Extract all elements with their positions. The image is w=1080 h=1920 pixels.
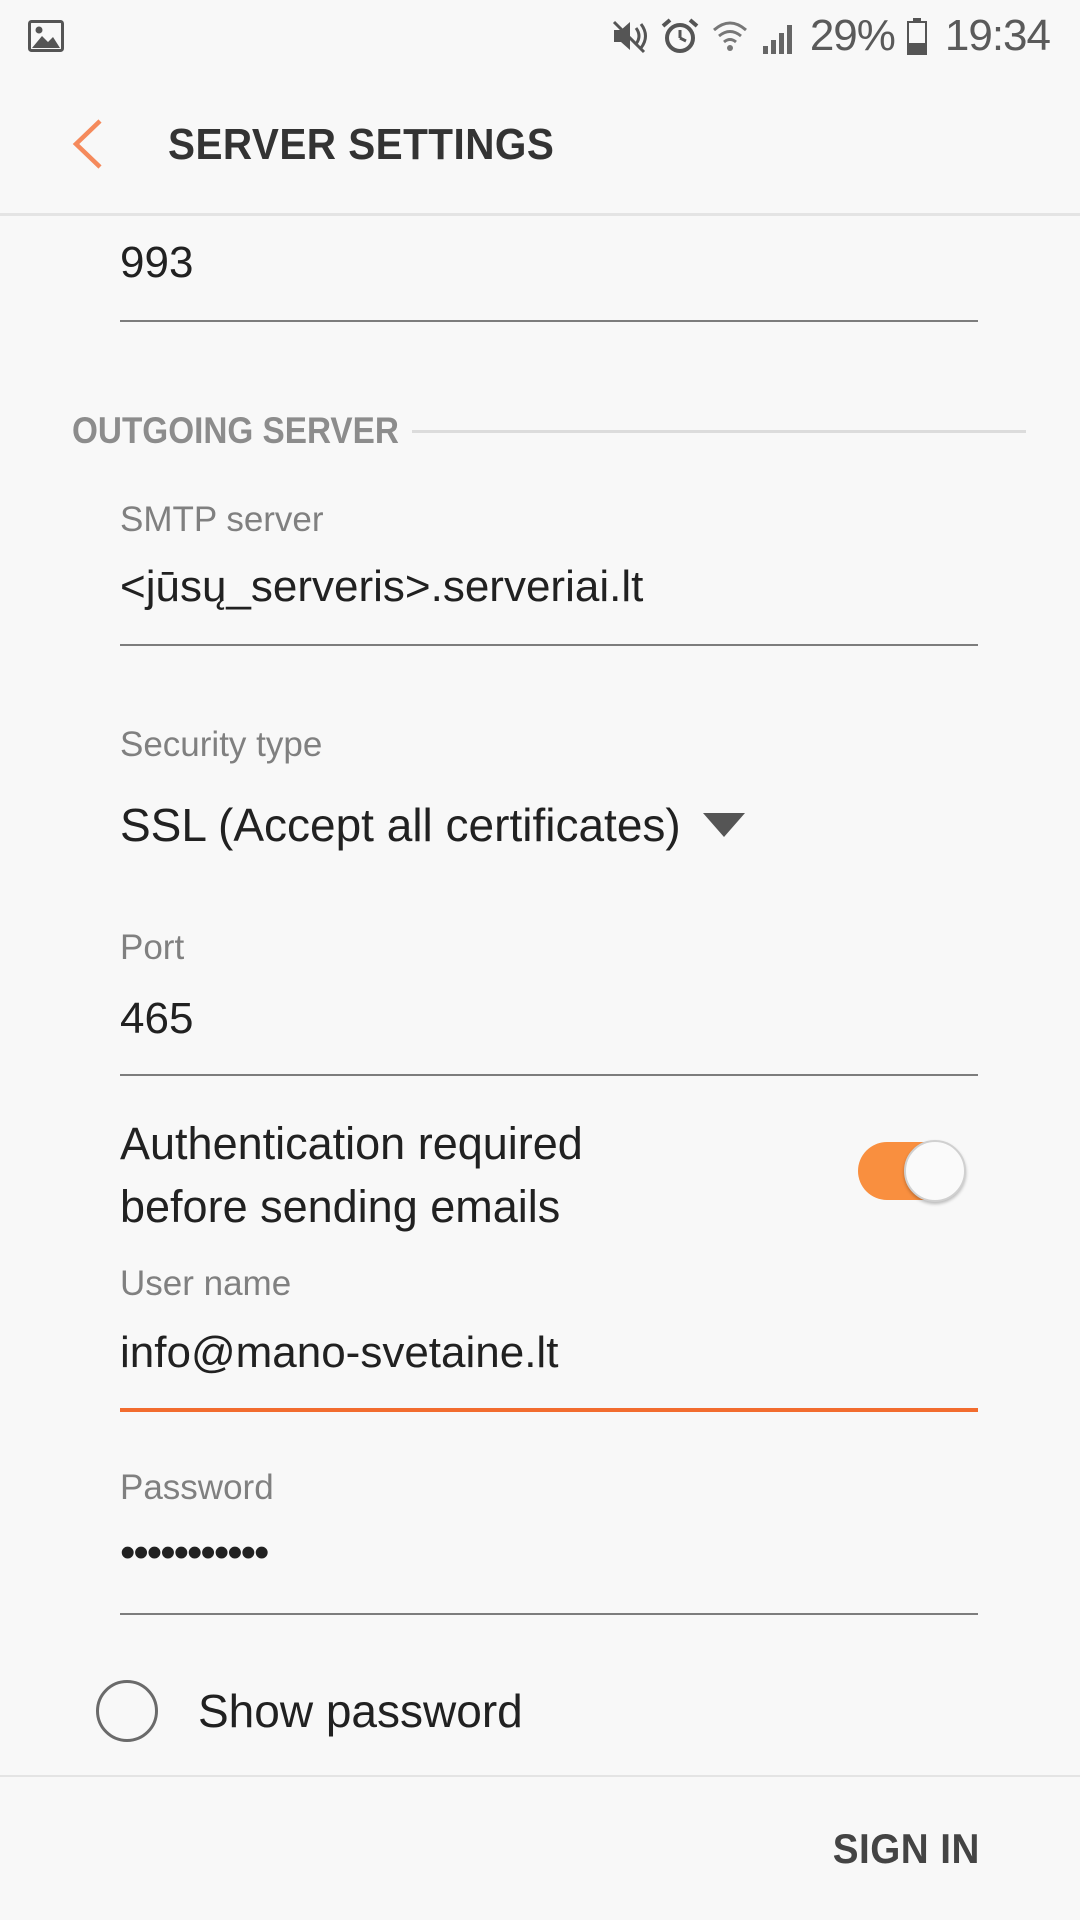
bottom-action-bar: SIGN IN (0, 1775, 1080, 1920)
section-divider (412, 430, 1026, 433)
status-icons: 29% 19:34 (610, 10, 1051, 62)
auth-label-line1: Authentication required (120, 1118, 583, 1169)
username-underline-active (120, 1408, 978, 1412)
username-label: User name (120, 1264, 292, 1303)
sign-in-button[interactable]: SIGN IN (833, 1825, 980, 1873)
show-password-option[interactable]: Show password (96, 1678, 523, 1744)
back-button[interactable] (50, 106, 126, 182)
show-password-radio[interactable] (96, 1680, 158, 1742)
security-type-label: Security type (120, 725, 323, 764)
status-bar: 29% 19:34 (0, 0, 1080, 72)
port-underline (120, 1074, 978, 1076)
battery-percentage: 29% (809, 11, 896, 60)
incoming-port-underline (120, 320, 978, 322)
security-type-value: SSL (Accept all certificates) (120, 799, 681, 851)
gallery-icon (28, 20, 64, 52)
dropdown-arrow-icon (702, 813, 745, 837)
smtp-server-input[interactable]: <jūsų_serveris>.serveriai.lt (120, 562, 643, 612)
wifi-icon (712, 21, 747, 51)
auth-required-label: Authentication required before sending e… (120, 1112, 583, 1238)
password-label: Password (120, 1468, 274, 1507)
port-label: Port (120, 928, 185, 967)
app-header: SERVER SETTINGS (0, 72, 1080, 216)
mute-icon (612, 20, 647, 54)
smtp-server-label: SMTP server (120, 500, 324, 539)
clock: 19:34 (944, 11, 1051, 60)
auth-required-toggle[interactable] (858, 1140, 972, 1202)
security-type-dropdown[interactable]: SSL (Accept all certificates) (120, 795, 745, 855)
username-input[interactable]: info@mano-svetaine.lt (120, 1328, 558, 1378)
section-header-outgoing: OUTGOING SERVER (72, 410, 399, 451)
auth-label-line2: before sending emails (120, 1181, 561, 1232)
password-input[interactable]: ••••••••••• (120, 1528, 269, 1578)
show-password-label: Show password (198, 1685, 523, 1737)
signal-icon (762, 25, 792, 54)
alarm-icon (661, 18, 699, 53)
incoming-port-input[interactable]: 993 (120, 238, 193, 288)
page-title: SERVER SETTINGS (168, 120, 555, 169)
port-input[interactable]: 465 (120, 994, 193, 1044)
chevron-left-icon (72, 119, 102, 169)
password-underline (120, 1613, 978, 1615)
battery-icon (906, 18, 927, 55)
toggle-thumb (904, 1140, 966, 1202)
smtp-server-underline (120, 644, 978, 646)
